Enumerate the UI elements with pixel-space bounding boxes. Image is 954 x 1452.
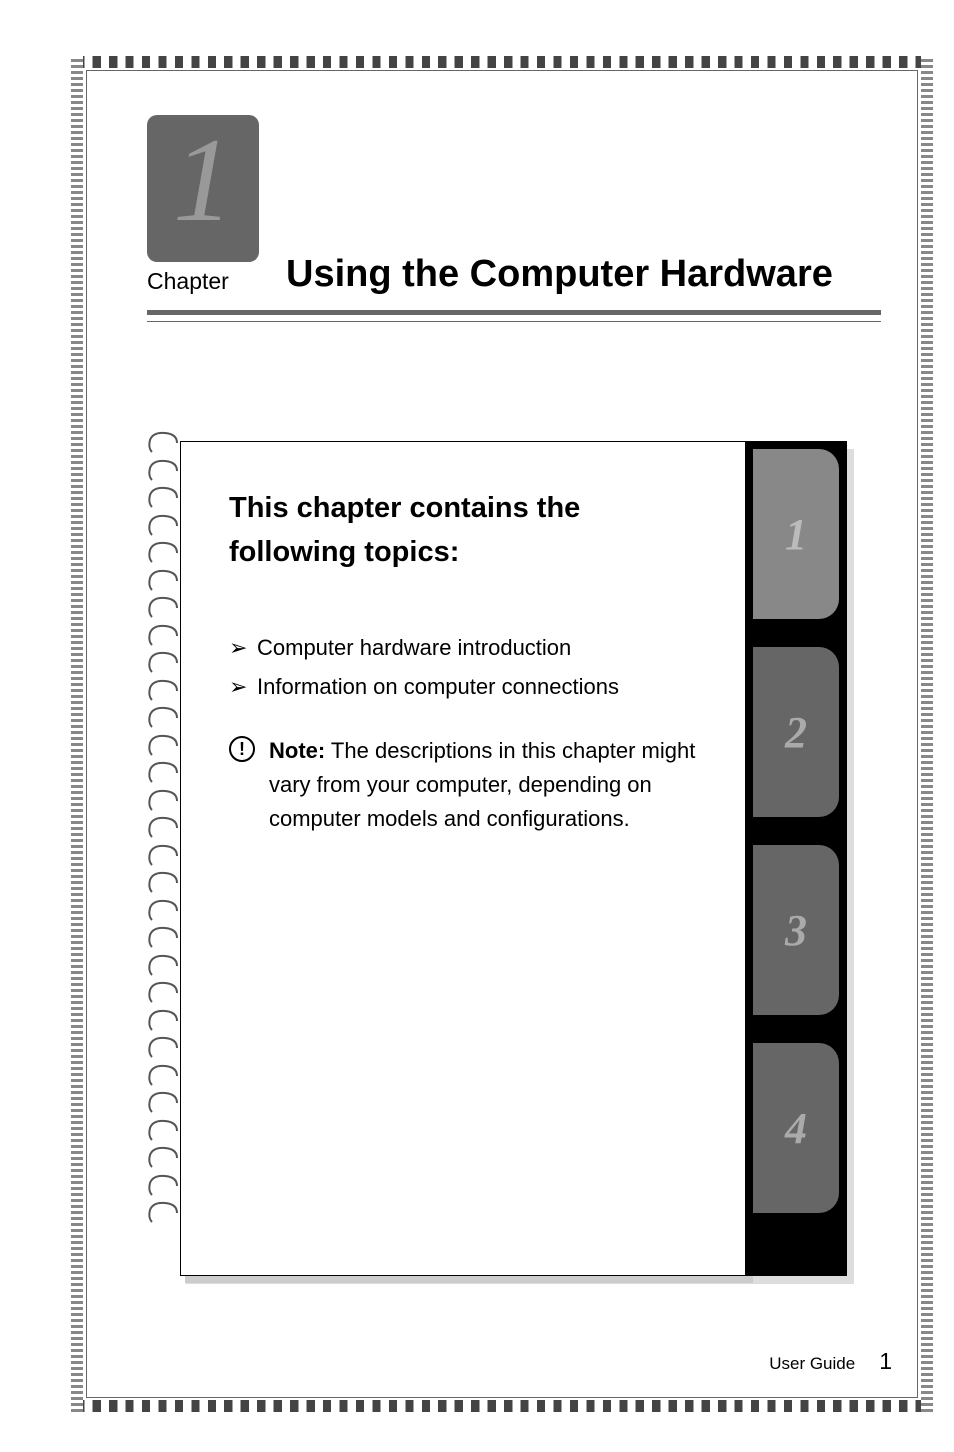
tab-number: 1: [785, 509, 807, 560]
spiral-ring-icon: [147, 980, 181, 1006]
topic-item: Computer hardware introduction: [229, 629, 705, 668]
spiral-ring-icon: [147, 595, 181, 621]
footer-label: User Guide: [769, 1354, 855, 1374]
chapter-number: 1: [173, 129, 233, 231]
footer-page-number: 1: [879, 1348, 892, 1375]
tab-number: 4: [785, 1103, 807, 1154]
title-underline-thin: [147, 321, 881, 322]
tab-3[interactable]: 3: [753, 845, 839, 1015]
spiral-ring-icon: [147, 1063, 181, 1089]
spiral-ring-icon: [147, 733, 181, 759]
spiral-ring-icon: [147, 513, 181, 539]
tab-2[interactable]: 2: [753, 647, 839, 817]
spiral-ring-icon: [147, 1090, 181, 1116]
chapter-title: Using the Computer Hardware: [286, 253, 833, 296]
tab-4[interactable]: 4: [753, 1043, 839, 1213]
tab-strip: 1 2 3 4: [745, 441, 847, 1276]
tab-number: 3: [785, 905, 807, 956]
tab-number: 2: [785, 707, 807, 758]
spiral-ring-icon: [147, 1145, 181, 1171]
spiral-ring-icon: [147, 898, 181, 924]
spiral-binding: [147, 430, 177, 1226]
content-heading: This chapter contains the following topi…: [229, 487, 705, 574]
spiral-ring-icon: [147, 678, 181, 704]
spiral-ring-icon: [147, 953, 181, 979]
topic-list: Computer hardware introduction Informati…: [229, 629, 705, 706]
topic-item: Information on computer connections: [229, 668, 705, 707]
note-body: The descriptions in this chapter might v…: [269, 738, 695, 831]
spiral-ring-icon: [147, 540, 181, 566]
spiral-ring-icon: [147, 815, 181, 841]
spiral-ring-icon: [147, 1200, 181, 1226]
tab-1[interactable]: 1: [753, 449, 839, 619]
spiral-ring-icon: [147, 430, 181, 456]
spiral-ring-icon: [147, 458, 181, 484]
spiral-ring-icon: [147, 623, 181, 649]
title-underline-thick: [147, 310, 881, 315]
spiral-ring-icon: [147, 760, 181, 786]
exclamation-icon: !: [229, 736, 255, 762]
footer: User Guide 1: [769, 1348, 892, 1375]
note-label: Note:: [269, 738, 325, 763]
spiral-ring-icon: [147, 1173, 181, 1199]
note-text: Note: The descriptions in this chapter m…: [269, 734, 705, 836]
spiral-ring-icon: [147, 650, 181, 676]
chapter-label: Chapter: [147, 268, 229, 295]
chapter-badge: 1: [147, 115, 259, 262]
spiral-ring-icon: [147, 870, 181, 896]
spiral-ring-icon: [147, 788, 181, 814]
spiral-ring-icon: [147, 1035, 181, 1061]
spiral-ring-icon: [147, 1008, 181, 1034]
spiral-ring-icon: [147, 485, 181, 511]
note-block: ! Note: The descriptions in this chapter…: [229, 734, 705, 836]
spiral-ring-icon: [147, 568, 181, 594]
spiral-ring-icon: [147, 705, 181, 731]
content-box: This chapter contains the following topi…: [180, 441, 745, 1276]
spiral-ring-icon: [147, 843, 181, 869]
spiral-ring-icon: [147, 925, 181, 951]
spiral-ring-icon: [147, 1118, 181, 1144]
